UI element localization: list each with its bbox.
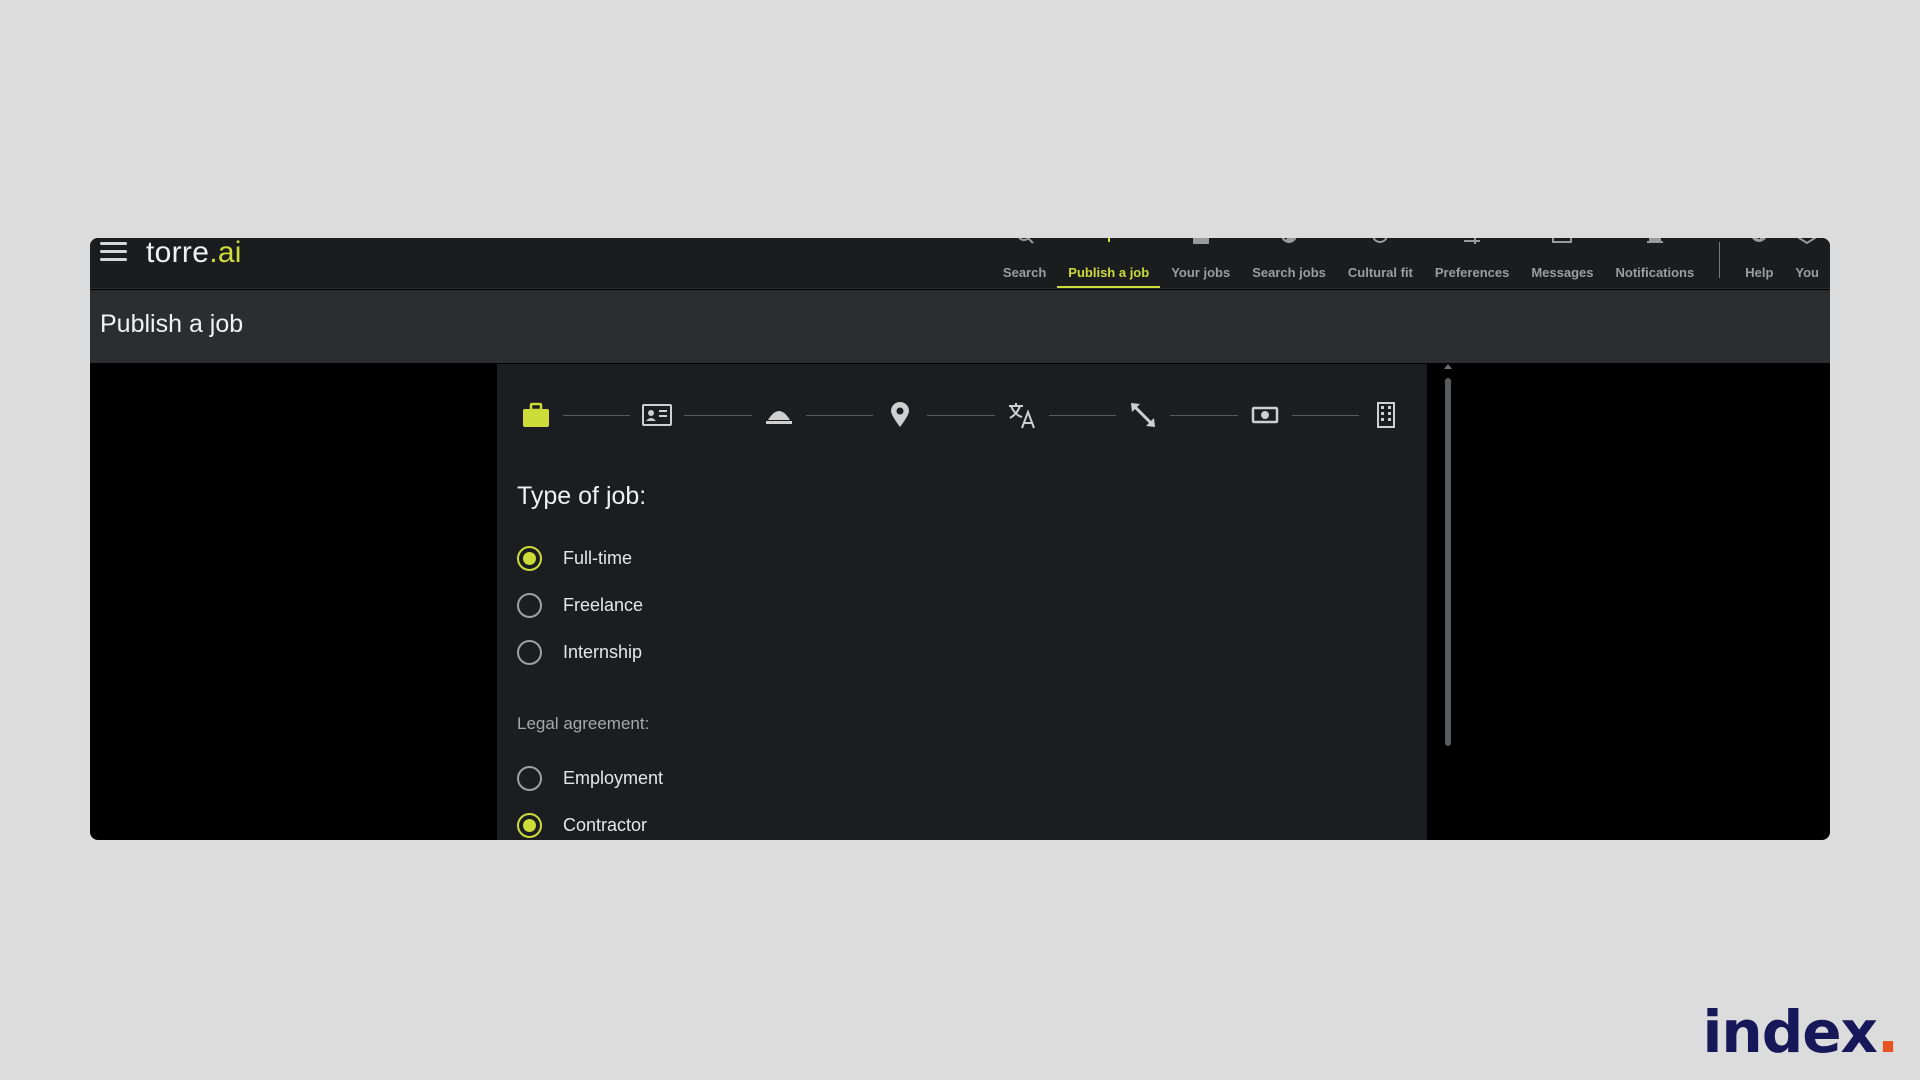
radio-button-checked[interactable] xyxy=(517,546,542,571)
radio-freelance[interactable]: Freelance xyxy=(517,593,643,618)
nav-help[interactable]: Help xyxy=(1734,238,1784,288)
radio-internship[interactable]: Internship xyxy=(517,640,642,665)
page-header: Publish a job xyxy=(90,290,1830,363)
nav-help-label: Help xyxy=(1745,265,1774,280)
nav-search[interactable]: Search xyxy=(992,238,1057,288)
step-connector xyxy=(1170,414,1238,416)
hamburger-menu-icon[interactable] xyxy=(100,242,127,262)
type-of-job-heading: Type of job: xyxy=(517,482,647,510)
nav-cultural-fit-label: Cultural fit xyxy=(1347,265,1413,280)
brand-text: index xyxy=(1702,998,1878,1066)
radio-button-checked[interactable] xyxy=(517,813,542,838)
brand-watermark: index. xyxy=(1702,998,1899,1066)
app-window: torre.ai Search Publish a job Your jobs … xyxy=(90,238,1830,840)
step-money-icon[interactable] xyxy=(1250,400,1280,430)
radio-label: Internship xyxy=(563,642,643,662)
step-location-pin-icon[interactable] xyxy=(885,400,915,430)
radio-employment[interactable]: Employment xyxy=(517,766,663,791)
radio-button[interactable] xyxy=(517,593,542,618)
radio-button[interactable] xyxy=(517,640,542,665)
help-icon xyxy=(1748,238,1770,246)
step-connector xyxy=(805,414,874,416)
nav-search-jobs-label: Search jobs xyxy=(1252,265,1326,280)
step-connector xyxy=(684,414,752,416)
messages-icon xyxy=(1551,238,1573,246)
search-icon xyxy=(1014,238,1036,246)
nav-messages[interactable]: Messages xyxy=(1520,238,1604,288)
radio-full-time[interactable]: Full-time xyxy=(517,546,632,571)
user-icon xyxy=(1796,238,1818,246)
search-jobs-icon xyxy=(1278,238,1300,246)
radio-label: Full-time xyxy=(563,548,633,568)
step-building-icon[interactable] xyxy=(1371,400,1401,430)
radio-label: Employment xyxy=(563,768,664,788)
top-navbar: torre.ai Search Publish a job Your jobs … xyxy=(90,238,1830,289)
nav-publish-label: Publish a job xyxy=(1068,265,1150,280)
logo-text: torre xyxy=(146,238,210,269)
radio-label: Freelance xyxy=(563,595,644,615)
nav-notifications[interactable]: Notifications xyxy=(1605,238,1706,288)
brand-dot: . xyxy=(1876,998,1899,1066)
legal-agreement-heading: Legal agreement: xyxy=(517,714,650,733)
logo-accent: .ai xyxy=(209,238,242,269)
nav-publish-a-job[interactable]: Publish a job xyxy=(1057,238,1161,288)
step-resize-icon[interactable] xyxy=(1128,400,1158,430)
nav-notifications-label: Notifications xyxy=(1615,265,1695,280)
step-id-card-icon[interactable] xyxy=(642,400,673,430)
nav-search-label: Search xyxy=(1002,265,1047,280)
radio-contractor[interactable]: Contractor xyxy=(517,813,647,838)
step-service-bell-icon[interactable] xyxy=(764,400,794,430)
briefcase-icon xyxy=(1190,238,1212,246)
step-connector xyxy=(1291,414,1359,416)
nav-your-jobs-label: Your jobs xyxy=(1171,265,1231,280)
main-nav: Search Publish a job Your jobs Search jo… xyxy=(992,238,1830,288)
preferences-icon xyxy=(1461,238,1483,246)
page-title: Publish a job xyxy=(100,310,244,338)
nav-you[interactable]: You xyxy=(1784,238,1830,288)
nav-you-label: You xyxy=(1795,265,1819,280)
radio-button[interactable] xyxy=(517,766,542,791)
step-translate-icon[interactable] xyxy=(1007,400,1037,430)
radio-label: Contractor xyxy=(563,815,648,835)
step-connector xyxy=(563,414,631,416)
scroll-up-arrow-icon[interactable] xyxy=(1444,364,1452,369)
step-connector xyxy=(1048,414,1117,416)
nav-messages-label: Messages xyxy=(1531,265,1594,280)
publish-job-form: Type of job: Full-time Freelance Interns… xyxy=(497,364,1427,840)
logo[interactable]: torre.ai xyxy=(146,238,242,270)
publish-icon xyxy=(1098,238,1120,246)
nav-divider xyxy=(1719,242,1721,278)
step-briefcase-icon[interactable] xyxy=(521,400,551,430)
bell-icon xyxy=(1644,238,1666,246)
cultural-fit-icon xyxy=(1369,238,1391,246)
scrollbar[interactable] xyxy=(1445,378,1451,746)
nav-preferences[interactable]: Preferences xyxy=(1424,238,1520,288)
nav-cultural-fit[interactable]: Cultural fit xyxy=(1337,238,1424,288)
nav-preferences-label: Preferences xyxy=(1434,265,1510,280)
step-progress xyxy=(521,398,1401,432)
nav-search-jobs[interactable]: Search jobs xyxy=(1241,238,1337,288)
nav-your-jobs[interactable]: Your jobs xyxy=(1160,238,1241,288)
step-connector xyxy=(927,414,995,416)
